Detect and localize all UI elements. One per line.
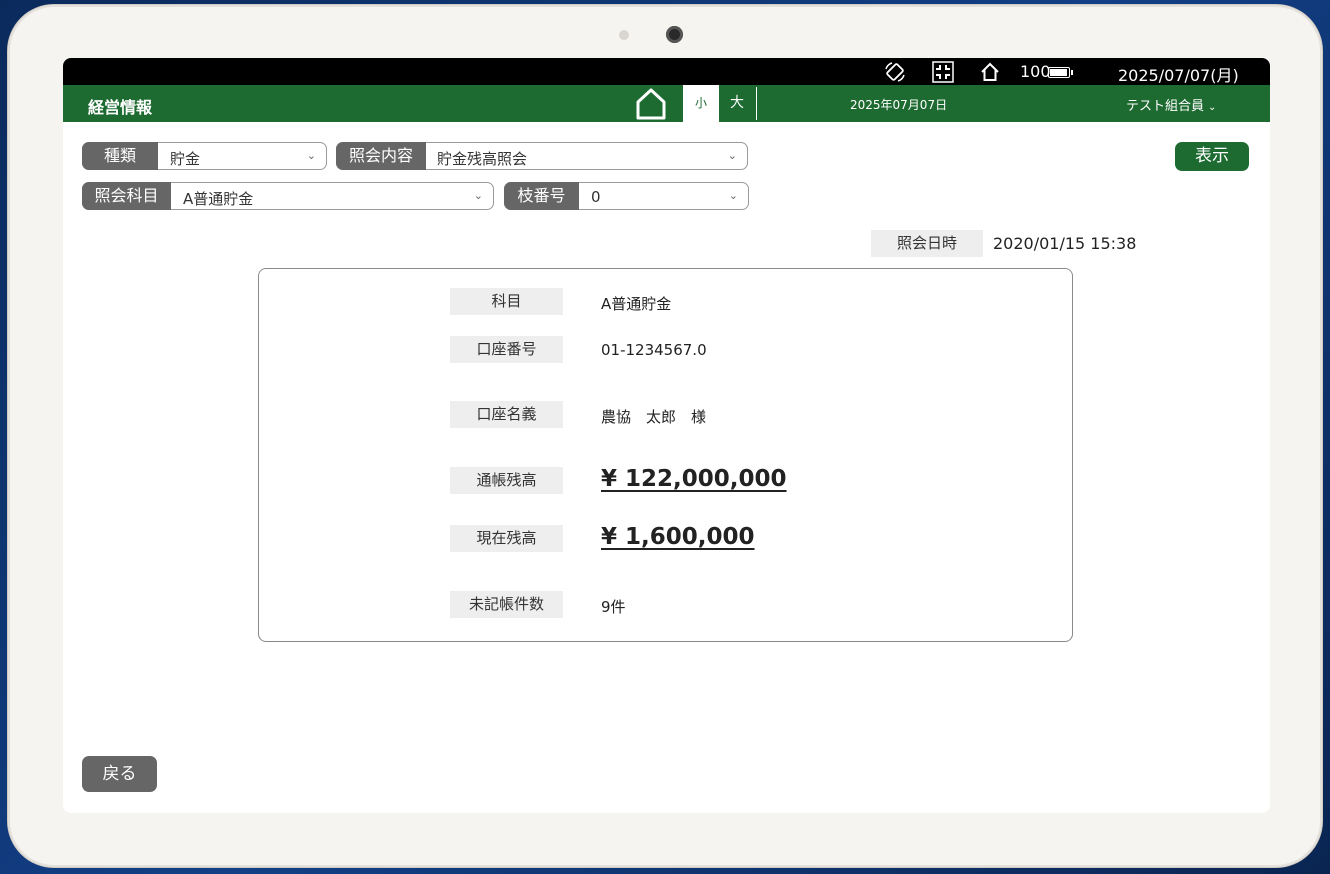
font-size-small-button[interactable]: 小: [683, 85, 719, 122]
battery-fill: [1050, 69, 1067, 76]
type-select[interactable]: 種類 貯金 ⌄: [82, 142, 327, 170]
type-select-value: 貯金: [170, 150, 201, 168]
battery-level: 100: [1020, 62, 1051, 81]
branch-number-value: 0: [591, 188, 601, 206]
status-bar: 100 2025/07/07(月): [63, 58, 1270, 85]
subject-value: A普通貯金: [601, 295, 672, 313]
account-holder-value: 農協 太郎 様: [601, 408, 707, 426]
front-camera: [666, 26, 683, 43]
chevron-down-icon: ⌄: [473, 189, 483, 202]
chevron-down-icon: ⌄: [1208, 102, 1217, 113]
back-button[interactable]: 戻る: [82, 756, 157, 792]
fullscreen-exit-icon[interactable]: [932, 61, 954, 83]
status-datetime: 2025/07/07(月): [1118, 66, 1239, 85]
type-select-label: 種類: [82, 142, 158, 170]
tablet-screen: 100 2025/07/07(月) 経営情報 小 大 2025年07月07日 テ…: [63, 58, 1270, 813]
header-date: 2025年07月07日: [850, 98, 948, 112]
passbook-balance-value: ¥ 122,000,000: [601, 466, 787, 492]
subject-select-value: A普通貯金: [183, 190, 254, 208]
battery-icon: [1048, 67, 1073, 78]
subject-select[interactable]: 照会科目 A普通貯金 ⌄: [82, 182, 494, 210]
home-icon[interactable]: [635, 87, 667, 121]
user-name: テスト組合員: [1126, 99, 1205, 114]
chevron-down-icon: ⌄: [306, 149, 316, 162]
inquiry-time-value: 2020/01/15 15:38: [993, 234, 1137, 253]
home-outline-icon[interactable]: [979, 61, 1001, 83]
current-balance-label: 現在残高: [450, 525, 563, 552]
app-header: 経営情報 小 大 2025年07月07日 テスト組合員 ⌄: [63, 85, 1270, 122]
branch-number-select[interactable]: 枝番号 0 ⌄: [504, 182, 749, 210]
header-divider: [756, 87, 757, 120]
light-sensor: [619, 30, 629, 40]
subject-select-label: 照会科目: [82, 182, 171, 210]
page-title: 経営情報: [88, 98, 153, 117]
subject-label: 科目: [450, 288, 563, 315]
passbook-balance-label: 通帳残高: [450, 467, 563, 494]
current-balance-value: ¥ 1,600,000: [601, 524, 755, 550]
account-number-value: 01-1234567.0: [601, 341, 707, 359]
inquiry-content-value: 貯金残高照会: [437, 150, 528, 168]
account-details-card: 科目 A普通貯金 口座番号 01-1234567.0 口座名義 農協 太郎 様 …: [258, 268, 1073, 642]
user-menu[interactable]: テスト組合員 ⌄: [1126, 95, 1216, 114]
account-number-label: 口座番号: [450, 336, 563, 363]
inquiry-time-label: 照会日時: [871, 230, 983, 257]
unrecorded-count-label: 未記帳件数: [450, 591, 563, 618]
rotate-icon[interactable]: [884, 61, 906, 83]
branch-number-label: 枝番号: [504, 182, 579, 210]
inquiry-content-select[interactable]: 照会内容 貯金残高照会 ⌄: [336, 142, 748, 170]
chevron-down-icon: ⌄: [727, 149, 737, 162]
show-button[interactable]: 表示: [1175, 142, 1249, 171]
chevron-down-icon: ⌄: [728, 189, 738, 202]
font-size-large-button[interactable]: 大: [719, 85, 755, 122]
inquiry-content-label: 照会内容: [336, 142, 426, 170]
unrecorded-count-value: 9件: [601, 598, 626, 616]
account-holder-label: 口座名義: [450, 401, 563, 428]
